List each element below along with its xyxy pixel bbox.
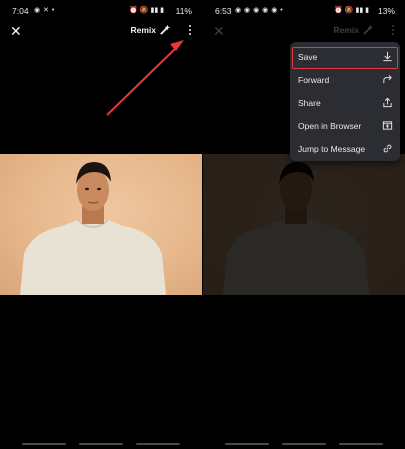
nav-recents[interactable]	[225, 443, 269, 445]
status-bar: 6:53 ◉ ◉ ◉ ◉ ◉ • ⏰ 🔕 ▮▮ ▮ 13%	[203, 0, 405, 22]
download-icon	[383, 51, 392, 62]
menu-item-label: Open in Browser	[298, 121, 362, 131]
photo-of-man	[0, 154, 202, 295]
image-viewer-toolbar: ✕ Remix	[0, 22, 202, 42]
remix-button[interactable]: Remix	[130, 25, 156, 35]
more-options-button[interactable]	[186, 23, 194, 37]
nav-back[interactable]	[136, 443, 180, 445]
nav-recents[interactable]	[22, 443, 66, 445]
notification-icons: ◉ ✕ •	[34, 7, 55, 14]
portrait-illustration	[223, 162, 369, 295]
photo-of-man	[203, 154, 405, 295]
status-time: 6:53	[215, 6, 232, 16]
menu-item-open-in-browser[interactable]: Open in Browser	[290, 115, 400, 138]
forward-arrow-icon	[383, 75, 392, 84]
magic-wand-icon[interactable]	[362, 23, 375, 36]
battery-level: 13%	[377, 6, 395, 16]
menu-item-label: Share	[298, 98, 321, 108]
menu-item-label: Jump to Message	[298, 144, 366, 154]
system-status-icons: ⏰ 🔕 ▮▮ ▮	[129, 7, 164, 14]
open-browser-icon	[382, 121, 393, 130]
menu-item-jump-to-message[interactable]: Jump to Message	[290, 138, 400, 161]
close-button[interactable]: ✕	[213, 23, 225, 39]
menu-item-label: Forward	[298, 75, 330, 85]
status-time: 7:04	[12, 6, 29, 16]
share-icon	[383, 97, 392, 108]
close-button[interactable]: ✕	[10, 23, 22, 39]
system-status-icons: ⏰ 🔕 ▮▮ ▮	[334, 7, 369, 14]
nav-home[interactable]	[79, 443, 123, 445]
left-screen: 7:04 ◉ ✕ • ⏰ 🔕 ▮▮ ▮ 11% ✕ Remix	[0, 0, 202, 449]
menu-item-share[interactable]: Share	[290, 92, 400, 115]
menu-item-forward[interactable]: Forward	[290, 69, 400, 92]
menu-item-save[interactable]: Save	[290, 46, 400, 69]
notification-icons: ◉ ◉ ◉ ◉ ◉ •	[235, 7, 284, 14]
system-nav-bar	[0, 443, 202, 445]
magic-wand-icon[interactable]	[159, 23, 172, 36]
nav-home[interactable]	[282, 443, 326, 445]
nav-back[interactable]	[339, 443, 383, 445]
image-viewer-toolbar: ✕ Remix	[203, 22, 405, 42]
link-icon	[383, 144, 392, 153]
system-nav-bar	[203, 443, 405, 445]
more-options-button[interactable]	[389, 23, 397, 37]
battery-level: 11%	[175, 6, 192, 16]
portrait-illustration	[20, 162, 166, 295]
menu-item-label: Save	[298, 52, 318, 62]
status-bar: 7:04 ◉ ✕ • ⏰ 🔕 ▮▮ ▮ 11%	[0, 0, 202, 22]
remix-button[interactable]: Remix	[333, 25, 359, 35]
image-context-menu: Save Forward Share Open in Browser Jump …	[290, 42, 400, 161]
